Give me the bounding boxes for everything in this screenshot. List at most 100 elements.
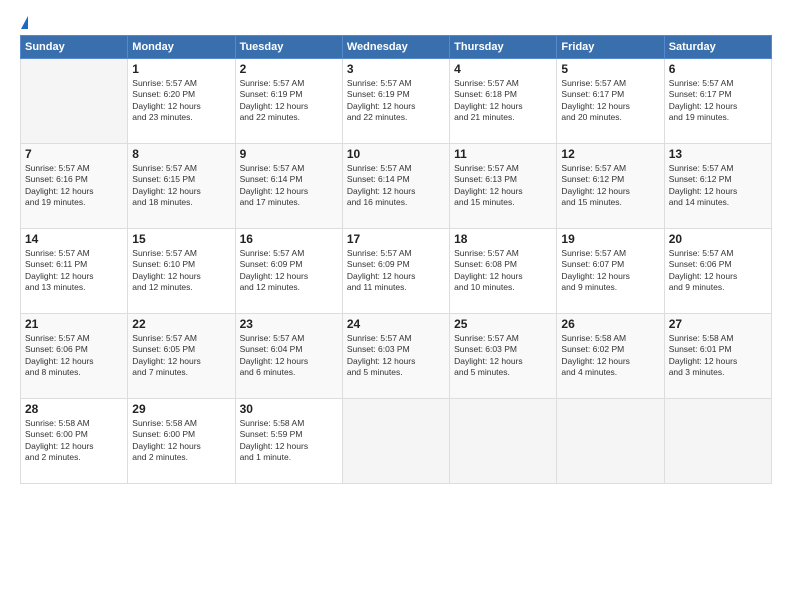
- calendar-cell: 8 Sunrise: 5:57 AM Sunset: 6:15 PM Daylig…: [128, 144, 235, 229]
- calendar-cell: 6Sunrise: 5:57 AM Sunset: 6:17 PM Daylig…: [664, 59, 771, 144]
- day-number: 3: [347, 62, 445, 76]
- day-info: Sunrise: 5:57 AM Sunset: 6:04 PM Dayligh…: [240, 333, 338, 379]
- day-info: Sunrise: 5:57 AM Sunset: 6:19 PM Dayligh…: [240, 78, 338, 124]
- day-info: Sunrise: 5:58 AM Sunset: 6:02 PM Dayligh…: [561, 333, 659, 379]
- day-number: 4: [454, 62, 552, 76]
- day-number: 26: [561, 317, 659, 331]
- calendar-cell: 11 Sunrise: 5:57 AM Sunset: 6:13 PM Dayli…: [450, 144, 557, 229]
- day-header-monday: Monday: [128, 36, 235, 59]
- day-number: 27: [669, 317, 767, 331]
- day-number: 17: [347, 232, 445, 246]
- day-number: 28: [25, 402, 123, 416]
- day-info: Sunrise: 5:57 AM Sunset: 6:07 PM Dayligh…: [561, 248, 659, 294]
- calendar-cell: 18Sunrise: 5:57 AM Sunset: 6:08 PM Dayli…: [450, 229, 557, 314]
- calendar-cell: 2 Sunrise: 5:57 AM Sunset: 6:19 PM Daylig…: [235, 59, 342, 144]
- calendar: SundayMondayTuesdayWednesdayThursdayFrid…: [20, 35, 772, 484]
- calendar-cell: 3 Sunrise: 5:57 AM Sunset: 6:19 PM Daylig…: [342, 59, 449, 144]
- calendar-cell: 21 Sunrise: 5:57 AM Sunset: 6:06 PM Dayli…: [21, 314, 128, 399]
- day-number: 18: [454, 232, 552, 246]
- page: SundayMondayTuesdayWednesdayThursdayFrid…: [0, 0, 792, 612]
- calendar-cell: 14 Sunrise: 5:57 AM Sunset: 6:11 PM Dayli…: [21, 229, 128, 314]
- day-header-thursday: Thursday: [450, 36, 557, 59]
- calendar-cell: 19Sunrise: 5:57 AM Sunset: 6:07 PM Dayli…: [557, 229, 664, 314]
- logo-triangle-icon: [21, 16, 28, 29]
- day-number: 30: [240, 402, 338, 416]
- calendar-cell: 15 Sunrise: 5:57 AM Sunset: 6:10 PM Dayli…: [128, 229, 235, 314]
- day-info: Sunrise: 5:57 AM Sunset: 6:12 PM Dayligh…: [669, 163, 767, 209]
- day-info: Sunrise: 5:57 AM Sunset: 6:10 PM Dayligh…: [132, 248, 230, 294]
- calendar-cell: 30 Sunrise: 5:58 AM Sunset: 5:59 PM Dayli…: [235, 399, 342, 484]
- day-number: 14: [25, 232, 123, 246]
- day-info: Sunrise: 5:58 AM Sunset: 6:00 PM Dayligh…: [25, 418, 123, 464]
- day-info: Sunrise: 5:57 AM Sunset: 6:20 PM Dayligh…: [132, 78, 230, 124]
- day-number: 6: [669, 62, 767, 76]
- day-number: 7: [25, 147, 123, 161]
- header: [20, 16, 772, 25]
- calendar-week-row: 14 Sunrise: 5:57 AM Sunset: 6:11 PM Dayli…: [21, 229, 772, 314]
- calendar-cell: 10 Sunrise: 5:57 AM Sunset: 6:14 PM Dayli…: [342, 144, 449, 229]
- day-info: Sunrise: 5:57 AM Sunset: 6:19 PM Dayligh…: [347, 78, 445, 124]
- day-number: 24: [347, 317, 445, 331]
- calendar-cell: 5Sunrise: 5:57 AM Sunset: 6:17 PM Daylig…: [557, 59, 664, 144]
- calendar-cell: [342, 399, 449, 484]
- calendar-cell: 1Sunrise: 5:57 AM Sunset: 6:20 PM Daylig…: [128, 59, 235, 144]
- day-header-friday: Friday: [557, 36, 664, 59]
- day-info: Sunrise: 5:57 AM Sunset: 6:13 PM Dayligh…: [454, 163, 552, 209]
- day-info: Sunrise: 5:57 AM Sunset: 6:05 PM Dayligh…: [132, 333, 230, 379]
- day-info: Sunrise: 5:58 AM Sunset: 6:01 PM Dayligh…: [669, 333, 767, 379]
- day-number: 5: [561, 62, 659, 76]
- calendar-week-row: 1Sunrise: 5:57 AM Sunset: 6:20 PM Daylig…: [21, 59, 772, 144]
- calendar-header-row: SundayMondayTuesdayWednesdayThursdayFrid…: [21, 36, 772, 59]
- day-info: Sunrise: 5:57 AM Sunset: 6:14 PM Dayligh…: [240, 163, 338, 209]
- day-info: Sunrise: 5:57 AM Sunset: 6:18 PM Dayligh…: [454, 78, 552, 124]
- calendar-week-row: 7 Sunrise: 5:57 AM Sunset: 6:16 PM Daylig…: [21, 144, 772, 229]
- calendar-cell: 16Sunrise: 5:57 AM Sunset: 6:09 PM Dayli…: [235, 229, 342, 314]
- calendar-cell: 20 Sunrise: 5:57 AM Sunset: 6:06 PM Dayli…: [664, 229, 771, 314]
- calendar-cell: 29 Sunrise: 5:58 AM Sunset: 6:00 PM Dayli…: [128, 399, 235, 484]
- day-info: Sunrise: 5:57 AM Sunset: 6:14 PM Dayligh…: [347, 163, 445, 209]
- calendar-cell: 26 Sunrise: 5:58 AM Sunset: 6:02 PM Dayli…: [557, 314, 664, 399]
- day-number: 20: [669, 232, 767, 246]
- day-info: Sunrise: 5:57 AM Sunset: 6:15 PM Dayligh…: [132, 163, 230, 209]
- calendar-cell: 22 Sunrise: 5:57 AM Sunset: 6:05 PM Dayli…: [128, 314, 235, 399]
- calendar-cell: [557, 399, 664, 484]
- day-number: 29: [132, 402, 230, 416]
- calendar-cell: 13 Sunrise: 5:57 AM Sunset: 6:12 PM Dayli…: [664, 144, 771, 229]
- day-info: Sunrise: 5:57 AM Sunset: 6:06 PM Dayligh…: [25, 333, 123, 379]
- calendar-cell: 27 Sunrise: 5:58 AM Sunset: 6:01 PM Dayli…: [664, 314, 771, 399]
- calendar-cell: 25 Sunrise: 5:57 AM Sunset: 6:03 PM Dayli…: [450, 314, 557, 399]
- day-info: Sunrise: 5:57 AM Sunset: 6:09 PM Dayligh…: [240, 248, 338, 294]
- day-info: Sunrise: 5:58 AM Sunset: 6:00 PM Dayligh…: [132, 418, 230, 464]
- day-info: Sunrise: 5:57 AM Sunset: 6:16 PM Dayligh…: [25, 163, 123, 209]
- logo: [20, 16, 29, 25]
- calendar-cell: [664, 399, 771, 484]
- day-number: 15: [132, 232, 230, 246]
- day-header-saturday: Saturday: [664, 36, 771, 59]
- day-number: 22: [132, 317, 230, 331]
- day-number: 11: [454, 147, 552, 161]
- day-info: Sunrise: 5:57 AM Sunset: 6:03 PM Dayligh…: [347, 333, 445, 379]
- day-number: 13: [669, 147, 767, 161]
- day-number: 25: [454, 317, 552, 331]
- day-header-sunday: Sunday: [21, 36, 128, 59]
- calendar-week-row: 21 Sunrise: 5:57 AM Sunset: 6:06 PM Dayli…: [21, 314, 772, 399]
- day-info: Sunrise: 5:57 AM Sunset: 6:03 PM Dayligh…: [454, 333, 552, 379]
- day-number: 21: [25, 317, 123, 331]
- day-header-wednesday: Wednesday: [342, 36, 449, 59]
- calendar-cell: 12 Sunrise: 5:57 AM Sunset: 6:12 PM Dayli…: [557, 144, 664, 229]
- day-number: 12: [561, 147, 659, 161]
- day-number: 8: [132, 147, 230, 161]
- calendar-week-row: 28 Sunrise: 5:58 AM Sunset: 6:00 PM Dayli…: [21, 399, 772, 484]
- day-info: Sunrise: 5:57 AM Sunset: 6:12 PM Dayligh…: [561, 163, 659, 209]
- calendar-cell: 7 Sunrise: 5:57 AM Sunset: 6:16 PM Daylig…: [21, 144, 128, 229]
- day-info: Sunrise: 5:57 AM Sunset: 6:11 PM Dayligh…: [25, 248, 123, 294]
- calendar-cell: [450, 399, 557, 484]
- calendar-cell: 23 Sunrise: 5:57 AM Sunset: 6:04 PM Dayli…: [235, 314, 342, 399]
- day-number: 10: [347, 147, 445, 161]
- day-number: 23: [240, 317, 338, 331]
- calendar-cell: 17Sunrise: 5:57 AM Sunset: 6:09 PM Dayli…: [342, 229, 449, 314]
- day-info: Sunrise: 5:58 AM Sunset: 5:59 PM Dayligh…: [240, 418, 338, 464]
- day-info: Sunrise: 5:57 AM Sunset: 6:06 PM Dayligh…: [669, 248, 767, 294]
- calendar-cell: 4 Sunrise: 5:57 AM Sunset: 6:18 PM Daylig…: [450, 59, 557, 144]
- day-number: 2: [240, 62, 338, 76]
